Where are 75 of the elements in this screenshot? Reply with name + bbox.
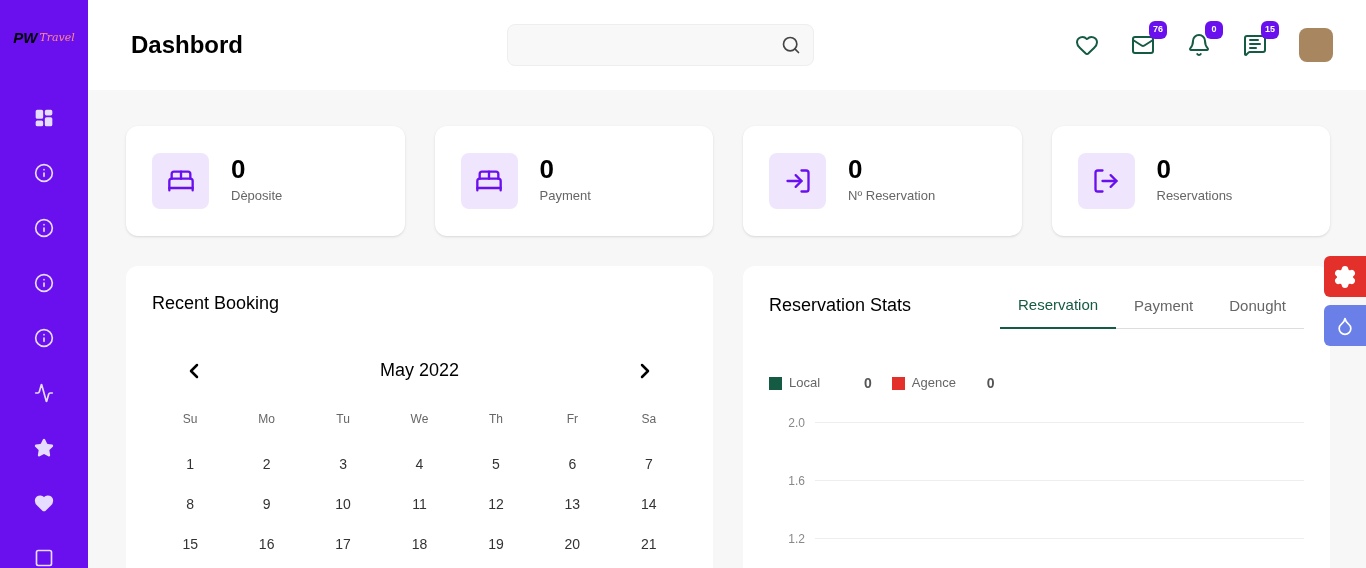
calendar-day[interactable]: 1 (152, 454, 229, 474)
stat-value: 0 (231, 156, 247, 183)
stat-label: Nº Reservation (848, 187, 936, 206)
calendar-day[interactable]: 10 (304, 494, 382, 514)
weekday-label: Sa (640, 411, 658, 428)
droplet-icon (1335, 315, 1355, 336)
stat-value: 0 (848, 156, 864, 183)
calendar-day[interactable]: 9 (228, 494, 305, 514)
info-icon[interactable] (34, 328, 54, 348)
calendar-day[interactable]: 8 (152, 494, 229, 514)
calendar-day[interactable]: 14 (610, 494, 687, 514)
card-title: Recent Booking (152, 292, 281, 315)
search-icon[interactable] (781, 35, 801, 55)
axis-label: 1.6 (787, 472, 805, 490)
page-title: Dashbord (131, 30, 244, 60)
calendar-day[interactable]: 3 (304, 454, 382, 474)
axis-label: 1.2 (787, 530, 805, 548)
info-icon[interactable] (34, 273, 54, 293)
calendar-day[interactable]: 20 (534, 534, 611, 554)
month-label: May 2022 (379, 359, 460, 382)
activity-icon[interactable] (34, 383, 54, 403)
legend-value: 0 (864, 373, 872, 393)
count-badge: 0 (1205, 21, 1223, 39)
chat-icon[interactable] (1243, 33, 1267, 57)
calendar-day[interactable]: 21 (610, 534, 687, 554)
notification-icon[interactable] (1187, 33, 1211, 57)
settings-button[interactable] (1324, 256, 1366, 297)
stat-label: Payment (539, 187, 591, 206)
avatar[interactable] (1299, 28, 1333, 62)
theme-button[interactable] (1324, 305, 1366, 346)
logout-icon (1092, 167, 1120, 195)
weekday-label: Fr (565, 411, 579, 428)
legend-label: Agence (911, 374, 957, 393)
calendar-day[interactable]: 11 (381, 494, 458, 514)
info-icon[interactable] (34, 163, 54, 183)
weekday-label: Th (487, 411, 504, 428)
info-icon[interactable] (34, 218, 54, 238)
heart-icon[interactable] (1075, 33, 1099, 57)
star-icon[interactable] (34, 438, 54, 458)
heart-icon[interactable] (34, 493, 54, 513)
calendar-day[interactable]: 17 (304, 534, 382, 554)
settings-icon (1333, 264, 1357, 289)
stat-value: 0 (1156, 156, 1172, 183)
legend-value: 0 (986, 373, 995, 393)
calendar-day[interactable]: 5 (457, 454, 535, 474)
calendar-day[interactable]: 4 (381, 454, 458, 474)
mail-icon[interactable] (1131, 33, 1155, 57)
calendar-day[interactable]: 16 (228, 534, 305, 554)
legend-label: Local (789, 374, 822, 393)
calendar-day[interactable]: 12 (457, 494, 535, 514)
square-icon[interactable] (34, 548, 54, 568)
calendar-day[interactable]: 13 (534, 494, 611, 514)
stat-value: 0 (539, 156, 555, 183)
count-badge: 15 (1261, 21, 1279, 39)
weekday-label: Tu (335, 411, 351, 428)
weekday-label: Su (181, 411, 199, 428)
dashboard-icon[interactable] (34, 108, 54, 128)
search-field[interactable] (507, 24, 814, 66)
login-icon (783, 167, 812, 195)
calendar-day[interactable]: 19 (457, 534, 535, 554)
weekday-label: Mo (257, 411, 276, 428)
count-badge: 76 (1149, 21, 1167, 39)
tab[interactable]: Payment (1116, 290, 1212, 328)
calendar-day[interactable]: 2 (228, 454, 305, 474)
tab[interactable]: Reservation (1000, 290, 1117, 329)
card-title: Reservation Stats (769, 294, 912, 317)
tab[interactable]: Donught (1211, 290, 1304, 328)
weekday-label: We (409, 411, 430, 428)
calendar-day[interactable]: 18 (381, 534, 458, 554)
calendar-day[interactable]: 7 (610, 454, 687, 474)
stat-label: Reservations (1156, 187, 1233, 206)
axis-label: 2.0 (787, 414, 805, 432)
calendar-day[interactable]: 6 (534, 454, 611, 474)
calendar-day[interactable]: 15 (152, 534, 229, 554)
stat-label: Dèposite (231, 187, 283, 206)
